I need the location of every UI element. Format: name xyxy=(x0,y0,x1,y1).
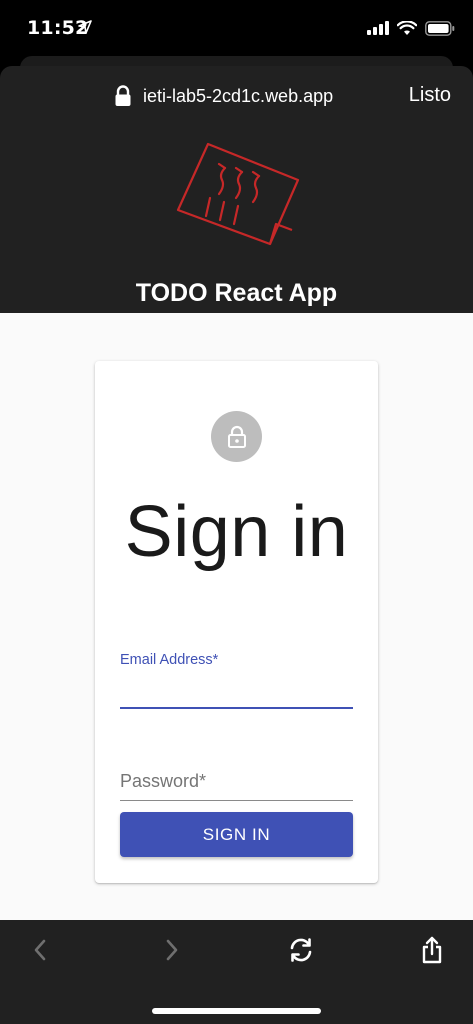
reload-icon xyxy=(290,938,312,962)
status-bar: 11:52 xyxy=(0,0,473,58)
done-button[interactable]: Listo xyxy=(409,84,451,107)
back-icon xyxy=(34,939,46,961)
lock-icon xyxy=(115,85,131,106)
home-indicator xyxy=(152,1008,321,1014)
reload-button[interactable] xyxy=(283,932,319,968)
main-content: Sign in Email Address* SIGN IN xyxy=(0,313,473,920)
forward-icon xyxy=(166,939,178,961)
share-icon xyxy=(422,936,442,964)
password-field[interactable] xyxy=(120,763,353,801)
back-button[interactable] xyxy=(22,932,58,968)
battery-icon xyxy=(425,20,455,36)
cellular-signal-icon xyxy=(367,21,389,35)
wifi-icon xyxy=(397,20,417,35)
email-label: Email Address* xyxy=(120,652,219,668)
sign-in-card: Sign in Email Address* SIGN IN xyxy=(95,361,378,883)
avatar xyxy=(211,411,262,462)
email-field[interactable] xyxy=(120,671,353,709)
url-bar[interactable]: ieti-lab5-2cd1c.web.app Listo xyxy=(0,83,473,111)
lock-icon xyxy=(227,425,246,448)
app-title: TODO React App xyxy=(135,279,338,307)
browser-toolbar xyxy=(0,920,473,1024)
hot-note-logo xyxy=(176,142,300,246)
sign-in-title: Sign in xyxy=(124,492,349,572)
sign-in-button[interactable]: SIGN IN xyxy=(120,812,353,857)
forward-button[interactable] xyxy=(154,932,190,968)
browser-header: ieti-lab5-2cd1c.web.app Listo TODO React… xyxy=(0,66,473,313)
url-text[interactable]: ieti-lab5-2cd1c.web.app xyxy=(143,86,333,107)
share-button[interactable] xyxy=(414,932,450,968)
location-arrow-icon xyxy=(78,20,92,34)
status-icons xyxy=(367,18,455,38)
